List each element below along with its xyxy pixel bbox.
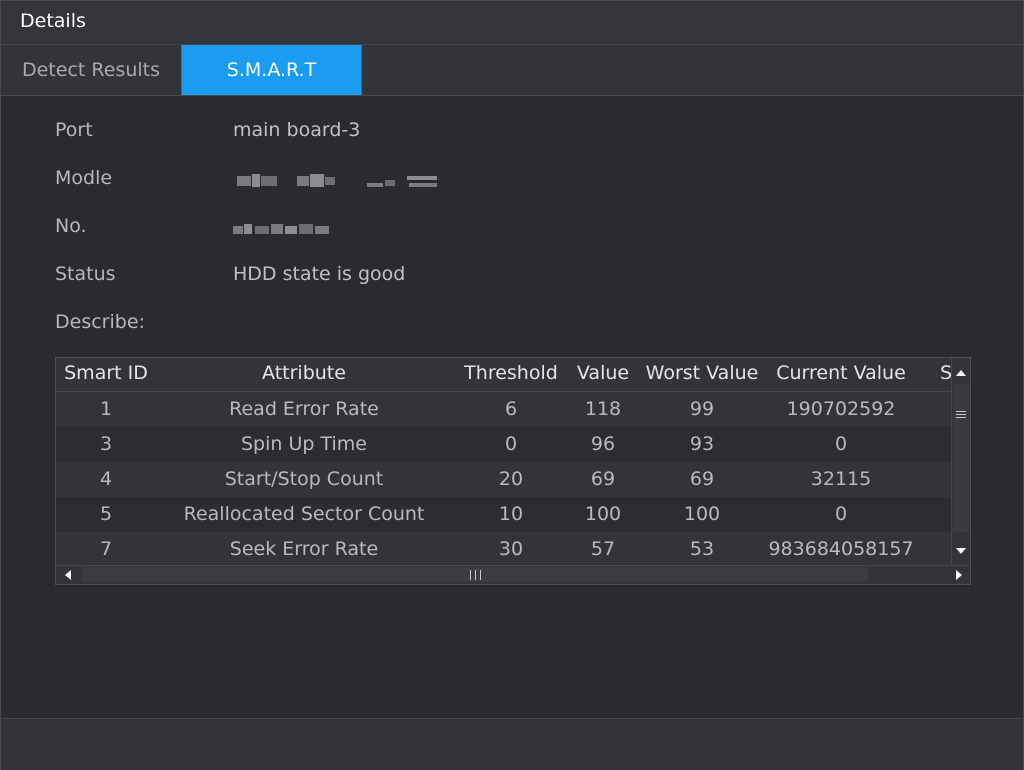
column-header-smart-id[interactable]: Smart ID xyxy=(56,362,156,384)
table-row[interactable]: 4 Start/Stop Count 20 69 69 32115 xyxy=(56,462,952,497)
horizontal-scroll-thumb[interactable] xyxy=(82,567,868,582)
cell-current-value: 983684058157 xyxy=(768,538,914,560)
horizontal-scrollbar[interactable] xyxy=(56,565,970,584)
vertical-scrollbar[interactable] xyxy=(951,358,970,566)
tab-smart[interactable]: S.M.A.R.T xyxy=(181,45,362,95)
cell-attribute: Spin Up Time xyxy=(241,433,367,455)
cell-smart-id: 5 xyxy=(99,503,113,525)
cell-smart-id: 7 xyxy=(99,538,113,560)
cell-smart-id: 1 xyxy=(99,398,113,420)
cell-attribute: Reallocated Sector Count xyxy=(183,503,425,525)
serial-value-redacted xyxy=(233,221,333,237)
triangle-down-icon[interactable] xyxy=(956,548,966,554)
cell-current-value: 0 xyxy=(834,503,848,525)
cell-threshold: 6 xyxy=(504,398,518,420)
cell-threshold: 20 xyxy=(498,468,524,490)
vertical-scroll-thumb[interactable] xyxy=(953,384,969,532)
table-header: Smart ID Attribute Threshold Value Worst… xyxy=(56,358,952,392)
cell-current-value: 32115 xyxy=(810,468,872,490)
cell-threshold: 30 xyxy=(498,538,524,560)
column-header-threshold[interactable]: Threshold xyxy=(456,362,566,384)
cell-smart-id: 4 xyxy=(99,468,113,490)
cell-threshold: 0 xyxy=(504,433,518,455)
cell-attribute: Seek Error Rate xyxy=(229,538,379,560)
triangle-left-icon[interactable] xyxy=(65,570,71,580)
cell-current-value: 0 xyxy=(834,433,848,455)
triangle-up-icon[interactable] xyxy=(956,370,966,376)
table-row[interactable]: 7 Seek Error Rate 30 57 53 983684058157 xyxy=(56,532,952,567)
cell-smart-id: 3 xyxy=(99,433,113,455)
details-dialog: Details Detect Results S.M.A.R.T Port ma… xyxy=(0,0,1024,770)
port-label: Port xyxy=(55,119,93,141)
column-header-current-value[interactable]: Current Value xyxy=(766,362,916,384)
describe-label: Describe: xyxy=(55,311,145,333)
cell-worst-value: 93 xyxy=(689,433,715,455)
tab-detect-results[interactable]: Detect Results xyxy=(1,45,181,95)
model-value-redacted xyxy=(237,173,441,189)
dialog-footer xyxy=(1,718,1023,770)
title-bar: Details xyxy=(1,1,1023,45)
table-row[interactable]: 1 Read Error Rate 6 118 99 190702592 xyxy=(56,392,952,427)
cell-current-value: 190702592 xyxy=(786,398,896,420)
cell-value: 57 xyxy=(590,538,616,560)
cell-value: 118 xyxy=(584,398,622,420)
cell-worst-value: 100 xyxy=(683,503,721,525)
dialog-title: Details xyxy=(20,10,86,32)
serial-label: No. xyxy=(55,215,87,237)
column-header-value[interactable]: Value xyxy=(568,362,638,384)
cell-attribute: Start/Stop Count xyxy=(224,468,384,490)
table-row[interactable]: 5 Reallocated Sector Count 10 100 100 0 xyxy=(56,497,952,532)
port-value: main board-3 xyxy=(233,119,361,141)
column-header-worst-value[interactable]: Worst Value xyxy=(638,362,766,384)
smart-table: Smart ID Attribute Threshold Value Worst… xyxy=(55,357,971,585)
table-row[interactable]: 3 Spin Up Time 0 96 93 0 xyxy=(56,427,952,462)
cell-threshold: 10 xyxy=(498,503,524,525)
cell-value: 96 xyxy=(590,433,616,455)
cell-worst-value: 69 xyxy=(689,468,715,490)
cell-value: 69 xyxy=(590,468,616,490)
status-label: Status xyxy=(55,263,116,285)
tab-bar: Detect Results S.M.A.R.T xyxy=(1,45,1023,96)
model-label: Modle xyxy=(55,167,113,189)
cell-worst-value: 99 xyxy=(689,398,715,420)
column-header-attribute[interactable]: Attribute xyxy=(156,362,452,384)
triangle-right-icon[interactable] xyxy=(956,570,962,580)
status-value: HDD state is good xyxy=(233,263,406,285)
cell-worst-value: 53 xyxy=(689,538,715,560)
cell-value: 100 xyxy=(584,503,622,525)
cell-attribute: Read Error Rate xyxy=(229,398,379,420)
